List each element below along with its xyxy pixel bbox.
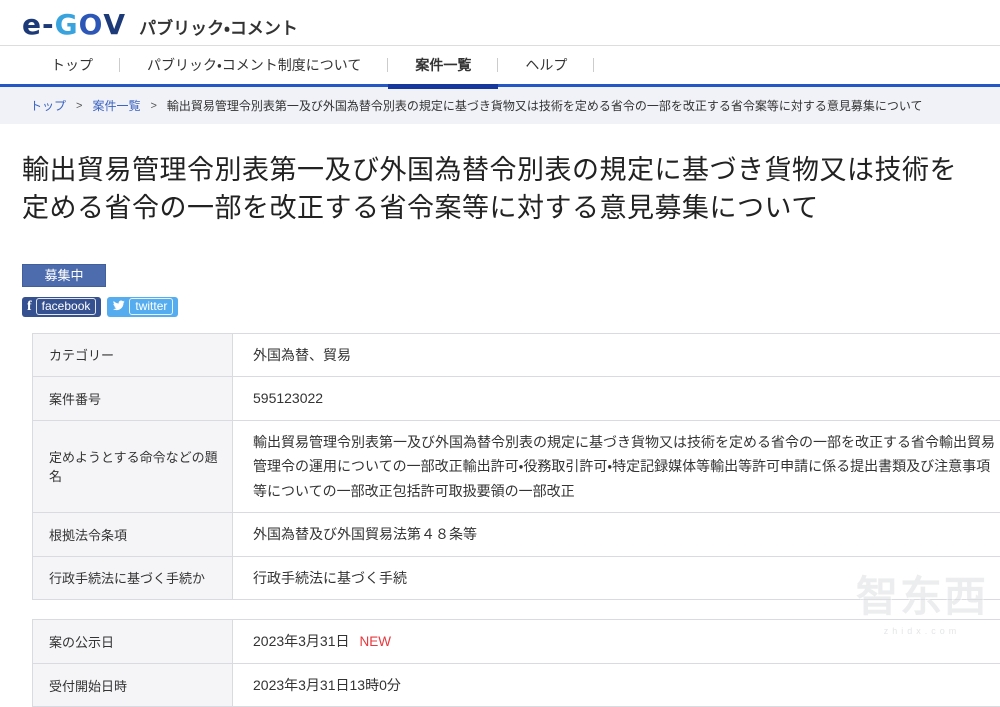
tab-help-label: ヘルプ	[525, 55, 567, 75]
table-row-acceptance-start: 受付開始日時 2023年3月31日13時0分	[33, 663, 1000, 707]
facebook-share-button[interactable]: f facebook	[22, 297, 101, 317]
table-row-ordinance-title: 定めようとする命令などの題名 輸出貿易管理令別表第一及び外国為替令別表の規定に基…	[33, 420, 1000, 513]
row-label: 定めようとする命令などの題名	[33, 420, 233, 513]
row-value: 595123022	[233, 377, 1000, 421]
logo-letter-v: V	[103, 11, 126, 39]
main-nav: トップ パブリック・コメント制度について 案件一覧 ヘルプ	[0, 45, 1000, 87]
active-tab-underline	[388, 84, 498, 89]
schedule-table: 案の公示日 2023年3月31日 NEW 受付開始日時 2023年3月31日13時…	[32, 619, 1000, 707]
tab-about-label: パブリック・コメント制度について	[147, 55, 361, 75]
row-label: 根拠法令条項	[33, 513, 233, 557]
facebook-share-label: facebook	[36, 298, 97, 315]
logo-letter-o: O	[79, 11, 104, 39]
tab-help[interactable]: ヘルプ	[498, 46, 594, 84]
row-value: 輸出貿易管理令別表第一及び外国為替令別表の規定に基づき貨物又は技術を定める省令の…	[233, 420, 1000, 513]
table-row-procedure-type: 行政手続法に基づく手続か 行政手続法に基づく手続	[33, 556, 1000, 600]
new-badge: NEW	[360, 634, 392, 649]
tab-case-list-label: 案件一覧	[415, 55, 471, 75]
case-details-table: カテゴリー 外国為替、貿易 案件番号 595123022 定めようとする命令など…	[32, 333, 1000, 601]
tab-top[interactable]: トップ	[24, 46, 120, 84]
breadcrumb-separator-icon: >	[76, 100, 82, 112]
table-row-publication-date: 案の公示日 2023年3月31日 NEW	[33, 620, 1000, 664]
tab-case-list[interactable]: 案件一覧	[388, 46, 498, 84]
site-header: e - G O V パブリック・コメント	[0, 0, 1000, 45]
row-label: 行政手続法に基づく手続か	[33, 556, 233, 600]
table-row-category: カテゴリー 外国為替、貿易	[33, 333, 1000, 377]
facebook-icon: f	[27, 299, 32, 315]
row-value: 2023年3月31日 NEW	[233, 620, 1000, 664]
row-value: 2023年3月31日13時0分	[233, 663, 1000, 707]
main-content: 輸出貿易管理令別表第一及び外国為替令別表の規定に基づき貨物又は技術を定める省令の…	[0, 151, 1000, 707]
twitter-share-label: twitter	[129, 298, 173, 315]
row-value: 外国為替及び外国貿易法第４８条等	[233, 513, 1000, 557]
share-buttons: f facebook twitter	[22, 297, 978, 317]
egov-logo[interactable]: e - G O V	[22, 11, 126, 39]
row-label: 案の公示日	[33, 620, 233, 664]
tab-about-public-comment[interactable]: パブリック・コメント制度について	[120, 46, 388, 84]
breadcrumb-separator-icon: >	[150, 100, 156, 112]
breadcrumb: トップ > 案件一覧 > 輸出貿易管理令別表第一及び外国為替令別表の規定に基づき…	[0, 87, 1000, 124]
row-label: カテゴリー	[33, 333, 233, 377]
page-title: 輸出貿易管理令別表第一及び外国為替令別表の規定に基づき貨物又は技術を定める省令の…	[22, 151, 978, 228]
row-value: 行政手続法に基づく手続	[233, 556, 1000, 600]
row-label: 受付開始日時	[33, 663, 233, 707]
table-row-legal-basis: 根拠法令条項 外国為替及び外国貿易法第４８条等	[33, 513, 1000, 557]
publication-date: 2023年3月31日	[253, 633, 350, 649]
logo-letter-g: G	[55, 11, 79, 39]
row-value: 外国為替、貿易	[233, 333, 1000, 377]
logo-letter-e: e	[22, 11, 42, 39]
service-title: パブリック・コメント	[139, 10, 298, 39]
tab-top-label: トップ	[51, 55, 93, 75]
table-row-case-number: 案件番号 595123022	[33, 377, 1000, 421]
row-label: 案件番号	[33, 377, 233, 421]
breadcrumb-current: 輸出貿易管理令別表第一及び外国為替令別表の規定に基づき貨物又は技術を定める省令の…	[167, 97, 923, 114]
status-badge: 募集中	[22, 264, 106, 287]
logo-dash: -	[42, 11, 55, 39]
twitter-share-button[interactable]: twitter	[107, 297, 178, 317]
breadcrumb-link-top[interactable]: トップ	[30, 97, 66, 114]
breadcrumb-link-case-list[interactable]: 案件一覧	[92, 97, 140, 114]
twitter-bird-icon	[112, 299, 125, 315]
